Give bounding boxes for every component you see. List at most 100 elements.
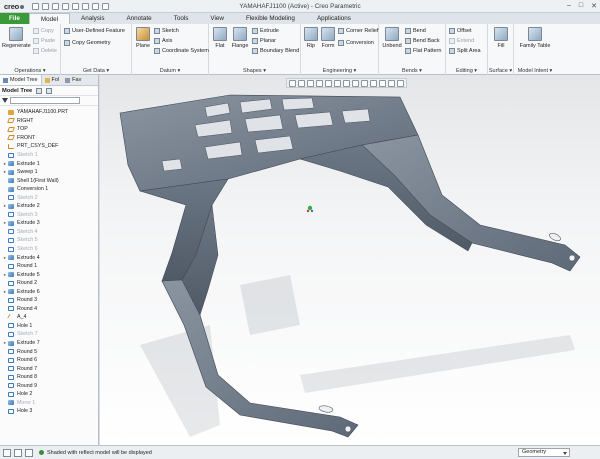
delete-button[interactable]: Delete [33,48,57,54]
tree-item[interactable]: Round 1 [0,262,98,271]
tree-item[interactable]: Round 2 [0,279,98,288]
tree-item[interactable]: Mirror 1 [0,399,98,408]
group-label-model-intent[interactable]: Model Intent ▾ [514,68,556,74]
conversion-button[interactable]: Conversion [338,40,374,46]
extrude-button[interactable]: Extrude [252,28,279,34]
windows-icon[interactable] [92,2,100,10]
redo-icon[interactable] [72,2,80,10]
planar-button[interactable]: Planar [252,38,276,44]
group-label-operations[interactable]: Operations ▾ [0,68,60,74]
boundary-blend-button[interactable]: Boundary Blend [252,48,299,54]
group-label-get-data[interactable]: Get Data ▾ [61,68,131,74]
paste-button[interactable]: Paste [33,38,55,44]
offset-button[interactable]: Offset [449,28,472,34]
group-label-shapes[interactable]: Shapes ▾ [209,68,300,74]
group-label-datum[interactable]: Datum ▾ [132,68,208,74]
tab-analysis[interactable]: Analysis [70,13,115,24]
undo-icon[interactable] [62,2,70,10]
bend-back-button[interactable]: Bend Back [405,38,440,44]
tree-item[interactable]: A_4 [0,313,98,322]
tab-file[interactable]: File [0,13,29,24]
tree-item[interactable]: Sketch 2 [0,193,98,202]
flat-pattern-button[interactable]: Flat Pattern [405,48,441,54]
close-window-icon[interactable] [102,2,110,10]
flat-button[interactable]: Flat [211,27,229,49]
regenerate-button[interactable]: Regenerate [2,27,31,49]
tab-annotate[interactable]: Annotate [115,13,162,24]
tree-item[interactable]: Sketch 3 [0,211,98,220]
tab-folder-browser[interactable]: Fol [42,75,63,85]
tab-favorites[interactable]: Fav [62,75,84,85]
tree-item[interactable]: TOP [0,125,98,134]
group-label-editing[interactable]: Editing ▾ [446,68,487,74]
tree-item[interactable]: Round 8 [0,373,98,382]
tree-item[interactable]: Shell 1(First Wall) [0,176,98,185]
rip-button[interactable]: Rip [303,27,319,49]
toggle-browser-icon[interactable] [14,448,22,457]
corner-relief-button[interactable]: Corner Relief [338,28,378,34]
toggle-navigator-icon[interactable] [3,448,11,457]
model-tree-search-input[interactable] [10,97,80,104]
bend-button[interactable]: Bend [405,28,426,34]
full-screen-icon[interactable] [25,448,33,457]
tree-item[interactable]: FRONT [0,134,98,143]
tree-item[interactable]: Round 3 [0,296,98,305]
tree-item[interactable]: ▸ Extrude 1 [0,159,98,168]
save-icon[interactable] [52,2,60,10]
graphics-area[interactable] [100,75,600,445]
tree-item[interactable]: Sketch 5 [0,236,98,245]
csys-button[interactable]: Coordinate System [154,48,209,54]
copy-button[interactable]: Copy [33,28,54,34]
tree-item[interactable]: ▸ Extrude 2 [0,202,98,211]
tree-item[interactable]: Hole 3 [0,407,98,416]
new-file-icon[interactable] [32,2,40,10]
fill-button[interactable]: Fill [492,27,510,49]
tree-item[interactable]: ▸ Extrude 4 [0,253,98,262]
tab-tools[interactable]: Tools [163,13,200,24]
unbend-button[interactable]: Unbend [381,27,403,49]
tree-item[interactable]: Sketch 4 [0,228,98,237]
sketch-button[interactable]: Sketch [154,28,179,34]
open-file-icon[interactable] [42,2,50,10]
flange-button[interactable]: Flange [229,27,251,49]
tree-item[interactable]: Round 6 [0,356,98,365]
tree-item[interactable]: ▸ Extrude 3 [0,219,98,228]
tree-item[interactable]: PRT_CSYS_DEF [0,142,98,151]
tree-item[interactable]: ▸ Extrude 6 [0,287,98,296]
group-label-bends[interactable]: Bends ▾ [379,68,445,74]
tab-view[interactable]: View [199,13,235,24]
selection-filter-dropdown[interactable]: Geometry [518,448,570,457]
form-button[interactable]: Form [319,27,337,49]
tree-item[interactable]: YAMAHAFJ1100.PRT [0,108,98,117]
show-options-icon[interactable] [46,87,53,94]
tab-applications[interactable]: Applications [306,13,362,24]
tab-model[interactable]: Model [28,13,71,24]
tree-item[interactable]: Sketch 6 [0,245,98,254]
regenerate-qat-icon[interactable] [82,2,90,10]
maximize-icon[interactable]: □ [579,2,583,10]
minimize-icon[interactable]: – [567,2,571,10]
tree-item[interactable]: Round 4 [0,305,98,314]
tree-item[interactable]: ▸ Sweep 1 [0,168,98,177]
tree-item[interactable]: ▸ Extrude 7 [0,339,98,348]
tree-item[interactable]: Sketch 7 [0,330,98,339]
tree-item[interactable]: RIGHT [0,117,98,126]
tree-item[interactable]: Sketch 1 [0,151,98,160]
filter-icon[interactable] [2,98,8,103]
tree-settings-icon[interactable] [36,87,43,94]
split-area-button[interactable]: Split Area [449,48,481,54]
copy-geometry-button[interactable]: Copy Geometry [64,40,111,46]
tree-item[interactable]: ▸ Extrude 5 [0,270,98,279]
tab-model-tree[interactable]: Model Tree [0,75,42,85]
tree-item[interactable]: Round 7 [0,364,98,373]
tree-item[interactable]: Conversion 1 [0,185,98,194]
plane-button[interactable]: Plane [134,27,152,49]
axis-button[interactable]: Axis [154,38,172,44]
tab-flexible-modeling[interactable]: Flexible Modeling [235,13,306,24]
group-label-surface[interactable]: Surface ▾ [488,68,513,74]
tree-item[interactable]: Round 5 [0,347,98,356]
tree-item[interactable]: Hole 2 [0,390,98,399]
tree-item[interactable]: Hole 1 [0,322,98,331]
udf-button[interactable]: User-Defined Feature [64,28,125,34]
group-label-engineering[interactable]: Engineering ▾ [301,68,378,74]
